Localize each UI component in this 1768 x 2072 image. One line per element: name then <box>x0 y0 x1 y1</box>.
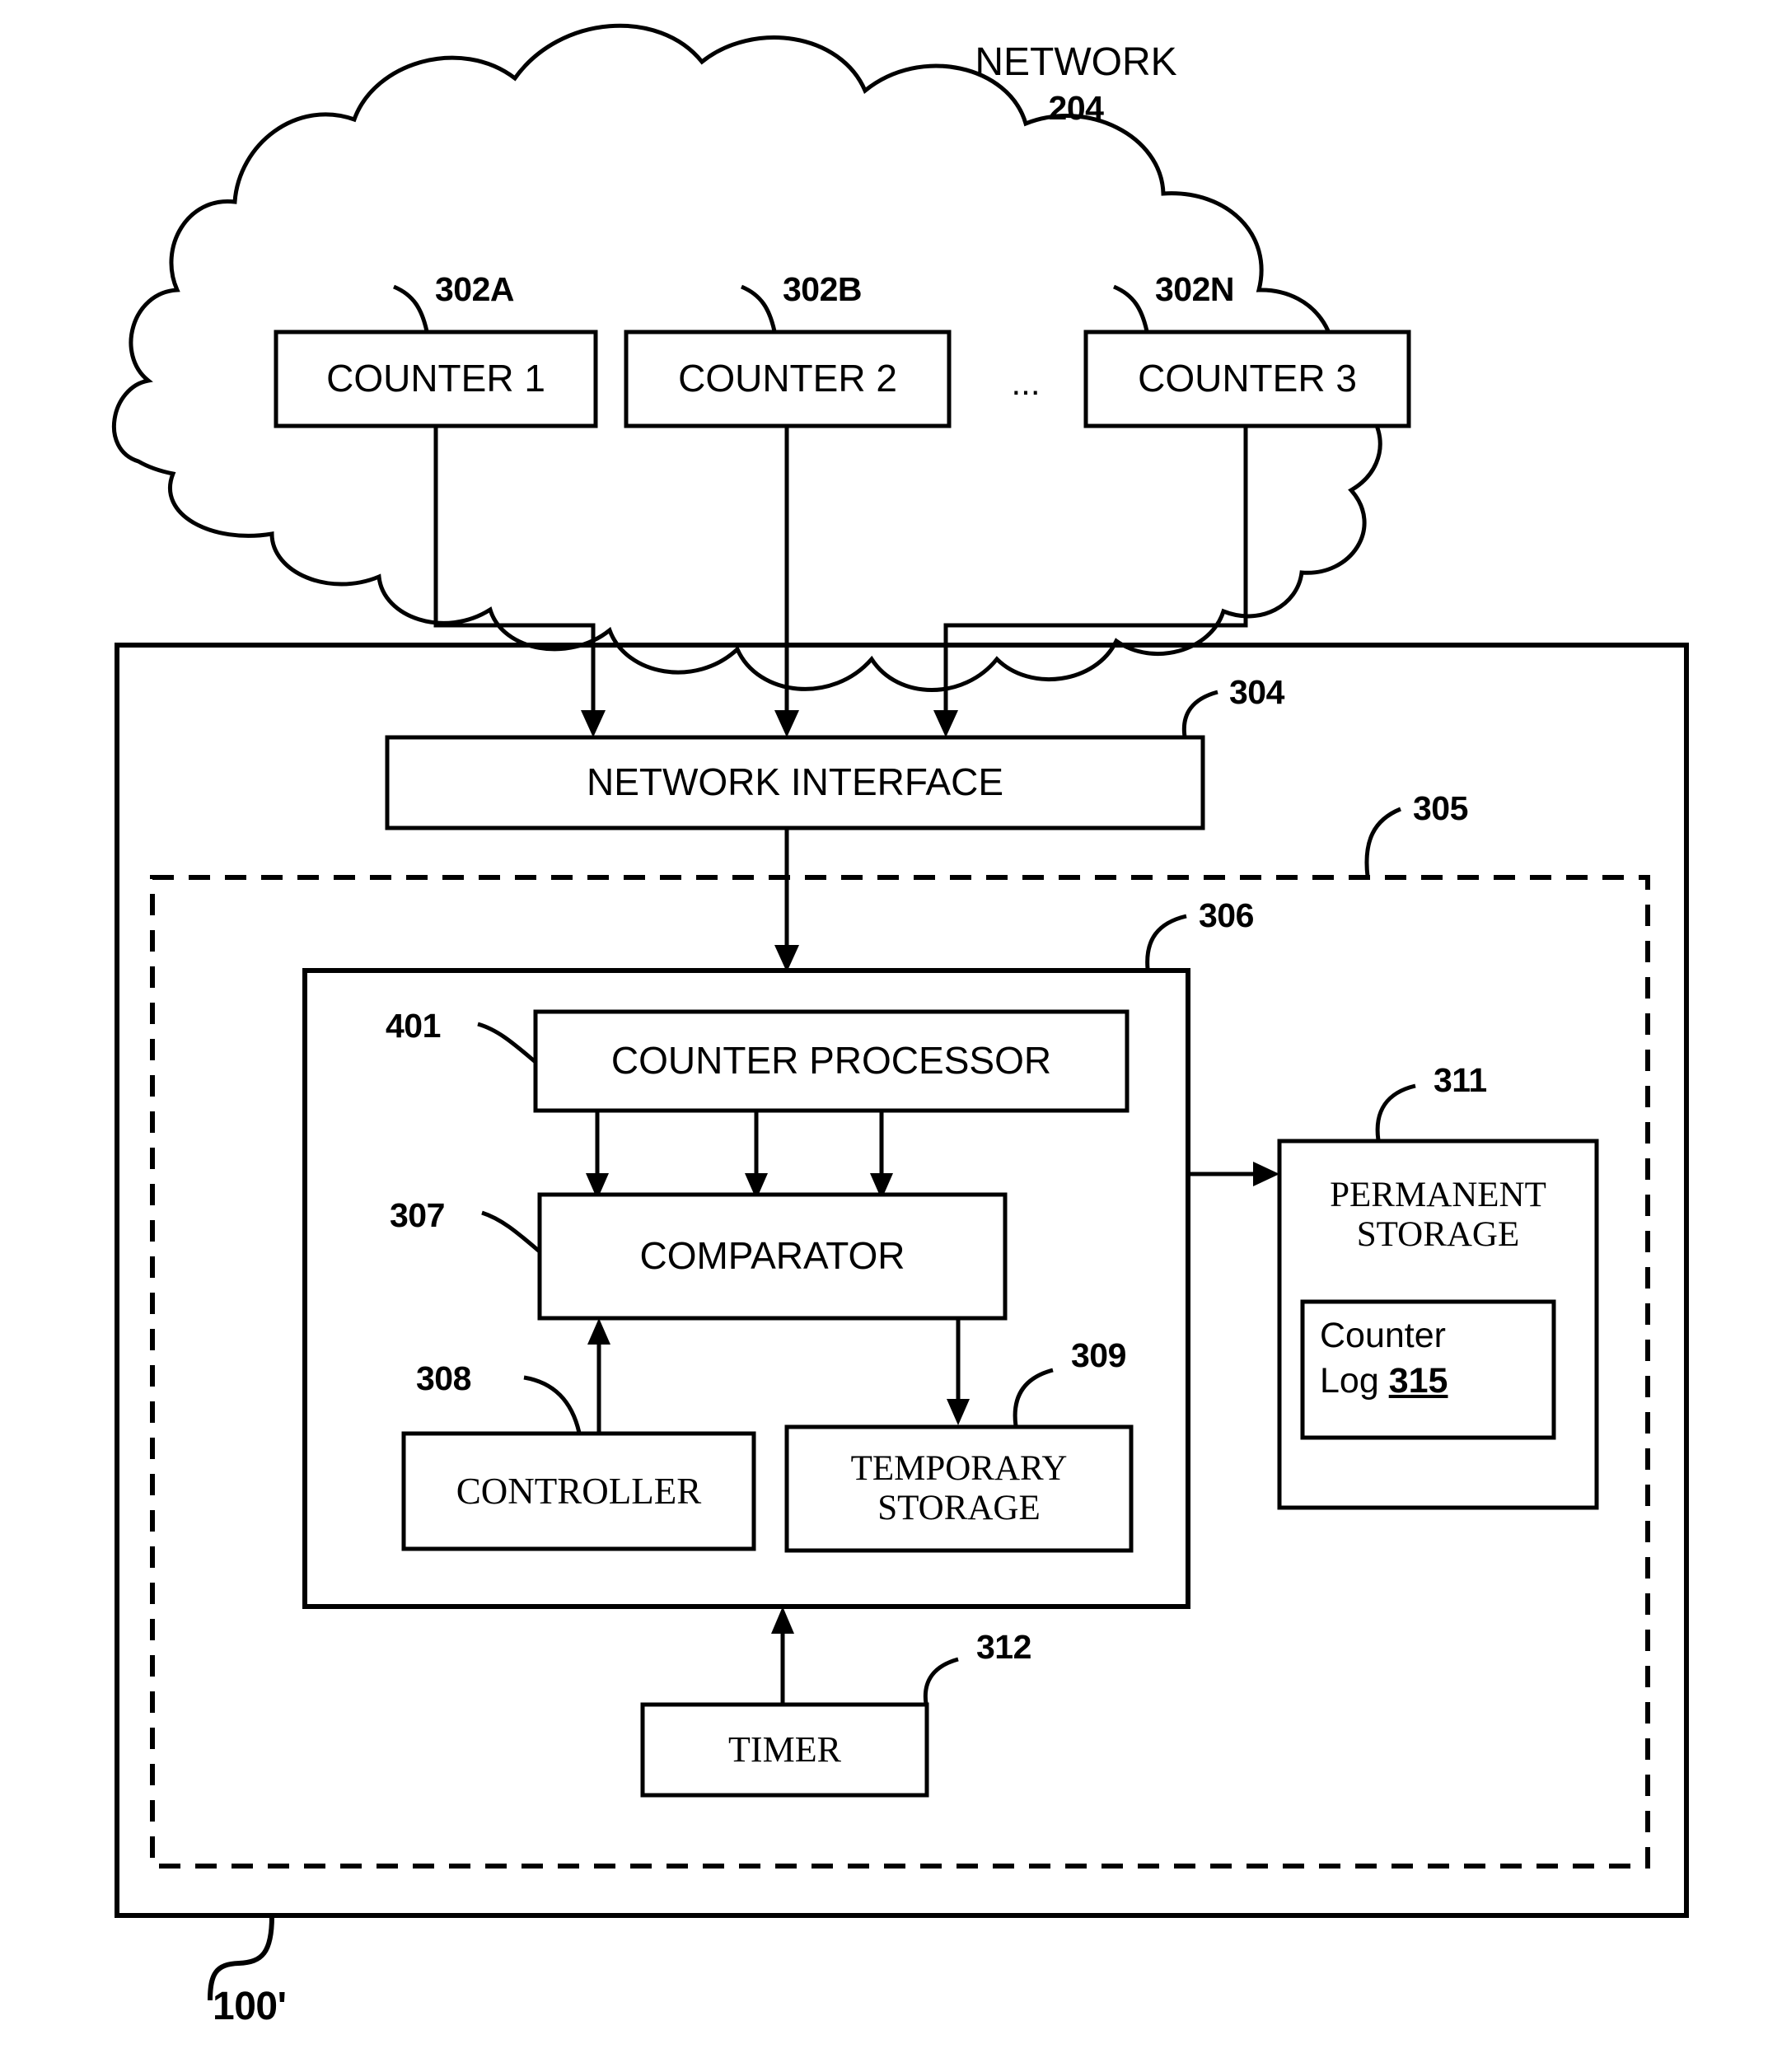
counter-3-ref: 302N <box>1155 270 1235 308</box>
temp-in-arrowhead <box>947 1399 970 1425</box>
leader-305 <box>1364 807 1401 877</box>
link-counter1-to-nic <box>433 427 596 717</box>
leader-309 <box>1013 1368 1054 1427</box>
dashed-region-ref: 305 <box>1413 789 1468 827</box>
leader-308 <box>523 1375 582 1434</box>
permanent-storage-ref: 311 <box>1434 1061 1487 1099</box>
counter-3-label: COUNTER 3 <box>1138 357 1357 400</box>
counter-log-line1: Counter <box>1320 1316 1446 1355</box>
permanent-storage-line2: STORAGE <box>1356 1215 1520 1254</box>
nic-input-arrowheads <box>581 710 958 737</box>
leader-302b <box>740 284 777 332</box>
timer-ref: 312 <box>976 1628 1031 1666</box>
leader-302n <box>1112 284 1149 332</box>
permanent-storage-label: PERMANENT STORAGE <box>1279 1153 1597 1277</box>
permanent-in-arrowhead <box>1253 1162 1279 1186</box>
network-title: NETWORK <box>928 40 1224 85</box>
processing-block-ref: 306 <box>1199 896 1254 934</box>
controller-ref: 308 <box>416 1359 471 1397</box>
temporary-storage-label: TEMPORARY STORAGE <box>787 1427 1131 1550</box>
counter-processor-ref: 401 <box>386 1007 441 1045</box>
counter-2-ref: 302B <box>783 270 863 308</box>
comparator-in-arrowhead <box>587 1318 610 1345</box>
leader-401 <box>477 1022 538 1064</box>
counter-log-ref: 315 <box>1388 1361 1448 1401</box>
counter-1-label: COUNTER 1 <box>326 357 545 400</box>
counter-processor-label: COUNTER PROCESSOR <box>610 1039 1052 1083</box>
controller-label: CONTROLLER <box>456 1470 702 1512</box>
permanent-storage-line1: PERMANENT <box>1330 1175 1546 1214</box>
link-counter3-to-nic <box>943 427 1248 717</box>
counter-log-text: Counter Log 315 <box>1320 1313 1551 1404</box>
network-ref: 204 <box>1048 89 1104 128</box>
temporary-storage-ref: 309 <box>1071 1336 1126 1374</box>
counter-1-ref: 302A <box>435 270 515 308</box>
network-label: NETWORK <box>975 40 1177 85</box>
patent-figure: NETWORK 204 302A 302B 302N COUNTER 1 COU… <box>0 0 1768 2072</box>
counters-ellipsis: ... <box>1011 363 1041 403</box>
timer-label: TIMER <box>728 1729 841 1770</box>
leader-311 <box>1375 1083 1416 1141</box>
comparator-ref: 307 <box>390 1196 445 1234</box>
comparator-label: COMPARATOR <box>639 1234 905 1278</box>
processing-in-arrowhead <box>771 1607 794 1634</box>
leader-302a <box>392 284 429 332</box>
figure-bottom-ref: 100' <box>213 1985 287 2028</box>
network-interface-ref: 304 <box>1229 673 1284 711</box>
leader-312 <box>923 1657 959 1705</box>
leader-304 <box>1181 690 1218 737</box>
network-interface-label: NETWORK INTERFACE <box>586 760 1004 804</box>
counter-log-prefix: Log <box>1320 1361 1389 1401</box>
temporary-storage-line2: STORAGE <box>877 1489 1041 1527</box>
leader-306 <box>1145 914 1187 970</box>
counter-2-label: COUNTER 2 <box>678 357 897 400</box>
temporary-storage-line1: TEMPORARY <box>850 1448 1068 1488</box>
counter-log-line2: Log 315 <box>1320 1359 1551 1404</box>
leader-307 <box>481 1210 542 1254</box>
